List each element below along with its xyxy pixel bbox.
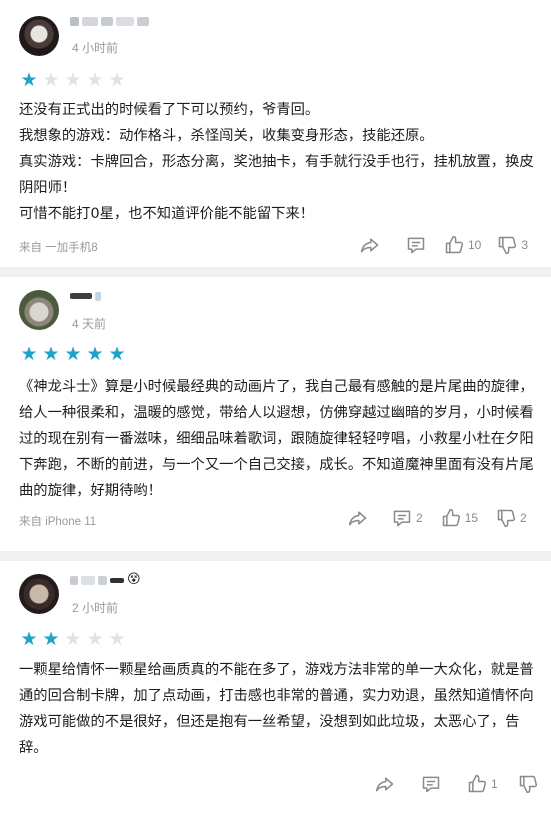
redacted-block — [70, 16, 79, 26]
dislike-count: 3 — [521, 238, 529, 252]
comment-time: 4 天前 — [72, 317, 107, 331]
share-button[interactable] — [348, 508, 368, 528]
comment-card: 4 小时前 ★ ★ ★ ★ ★ 还没有正式出的时候看了下可以预约，爷青回。 我想… — [0, 0, 551, 267]
redacted-block — [70, 293, 92, 299]
thumbs-up-icon — [445, 235, 464, 254]
star-icon: ★ — [20, 69, 38, 91]
like-button[interactable]: 10 — [444, 235, 481, 255]
star-icon: ★ — [108, 69, 126, 91]
reply-button[interactable] — [421, 774, 445, 794]
device-label: 来自 一加手机8 — [19, 242, 98, 254]
username-redacted[interactable]: 😵 — [70, 573, 141, 587]
like-button[interactable]: 1 — [467, 774, 498, 794]
comment-actions: 2 15 2 — [348, 508, 527, 528]
redacted-block — [98, 575, 107, 585]
reply-count: 2 — [416, 511, 423, 525]
device-label: 来自 iPhone 11 — [19, 516, 97, 528]
redacted-block — [137, 16, 149, 26]
thumbs-up-icon — [442, 508, 460, 527]
comment-actions: 1 — [375, 774, 542, 794]
star-icon: ★ — [108, 343, 126, 365]
star-icon: ★ — [86, 343, 104, 365]
comment-icon — [393, 510, 411, 527]
comment-icon — [422, 776, 440, 793]
emoji-icon: 😵 — [127, 572, 141, 587]
dislike-button[interactable]: 3 — [497, 235, 528, 255]
dislike-count: 2 — [520, 511, 527, 525]
star-rating: ★ ★ ★ ★ ★ — [19, 629, 127, 649]
avatar[interactable] — [19, 290, 59, 330]
thumbs-down-icon — [499, 236, 517, 255]
redacted-block — [110, 577, 124, 583]
comment-body: 一颗星给情怀一颗星给画质真的不能在多了，游戏方法非常的单一大众化，就是普通的回合… — [19, 662, 534, 756]
share-icon — [360, 238, 379, 253]
thumbs-down-icon — [519, 775, 537, 794]
redacted-block — [101, 16, 113, 26]
share-button[interactable] — [375, 774, 395, 794]
thumbs-up-icon — [468, 774, 487, 793]
share-icon — [348, 511, 367, 526]
like-button[interactable]: 15 — [441, 508, 478, 528]
comment-time: 4 小时前 — [72, 41, 119, 55]
star-icon: ★ — [86, 628, 104, 650]
star-rating: ★ ★ ★ ★ ★ — [19, 344, 127, 364]
star-icon: ★ — [64, 343, 82, 365]
redacted-block — [81, 575, 95, 585]
comment-card: 😵 2 小时前 ★ ★ ★ ★ ★ 一颗星给情怀一颗星给画质真的不能在多了，游戏… — [0, 561, 551, 815]
dislike-button[interactable]: 2 — [496, 508, 527, 528]
redacted-block — [82, 16, 98, 26]
redacted-block — [70, 575, 78, 585]
star-icon: ★ — [42, 343, 60, 365]
redacted-block — [95, 291, 101, 301]
thumbs-down-icon — [497, 509, 516, 528]
comment-body: 《神龙斗士》算是小时候最经典的动画片了，我自己最有感触的是片尾曲的旋律，给人一种… — [19, 379, 534, 499]
star-icon: ★ — [64, 69, 82, 91]
star-rating: ★ ★ ★ ★ ★ — [19, 70, 127, 90]
like-count: 10 — [468, 238, 482, 252]
share-icon — [375, 777, 394, 792]
like-count: 15 — [464, 511, 479, 525]
star-icon: ★ — [108, 628, 126, 650]
username-redacted[interactable] — [70, 289, 101, 303]
star-icon: ★ — [86, 69, 104, 91]
star-icon: ★ — [64, 628, 82, 650]
avatar[interactable] — [19, 16, 59, 56]
reply-button[interactable] — [406, 235, 430, 255]
reply-button[interactable]: 2 — [392, 508, 423, 528]
username-redacted[interactable] — [70, 14, 149, 28]
like-count: 1 — [491, 777, 498, 791]
comment-actions: 10 3 — [360, 235, 528, 255]
star-icon: ★ — [20, 343, 38, 365]
avatar[interactable] — [19, 574, 59, 614]
star-icon: ★ — [20, 628, 38, 650]
dislike-button[interactable] — [518, 774, 542, 794]
share-button[interactable] — [360, 235, 380, 255]
comment-body: 还没有正式出的时候看了下可以预约，爷青回。 我想象的游戏：动作格斗，杀怪闯关，收… — [19, 102, 534, 222]
star-icon: ★ — [42, 628, 60, 650]
redacted-block — [116, 16, 134, 26]
comment-time: 2 小时前 — [72, 601, 119, 615]
comment-card: 4 天前 ★ ★ ★ ★ ★ 《神龙斗士》算是小时候最经典的动画片了，我自己最有… — [0, 277, 551, 551]
comment-icon — [407, 237, 425, 254]
star-icon: ★ — [42, 69, 60, 91]
